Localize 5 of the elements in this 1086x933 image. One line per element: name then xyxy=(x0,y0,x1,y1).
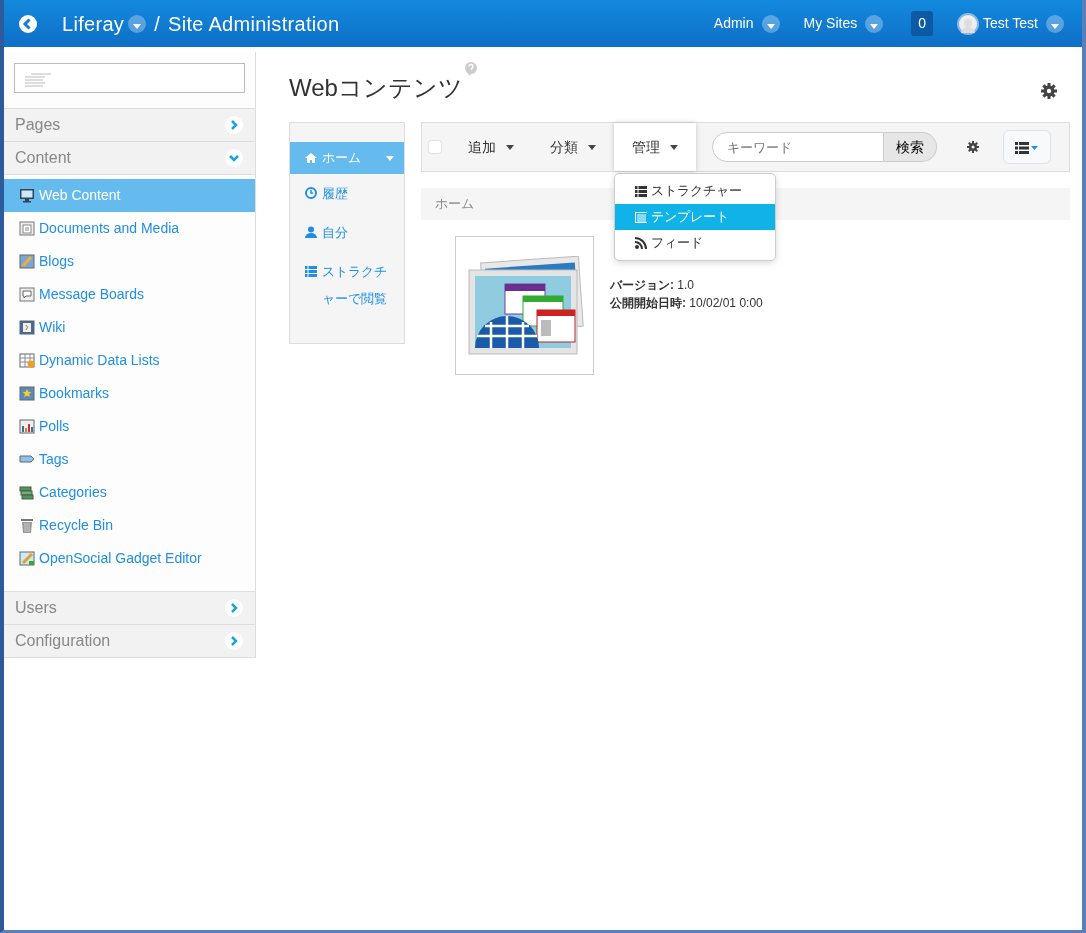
page-heading: Webコンテンツ xyxy=(289,73,463,103)
page-title: Site Administration xyxy=(168,11,340,37)
separator: / xyxy=(154,11,160,37)
entry-field: バージョン: 1.0 xyxy=(610,276,763,294)
entry-field: 公開開始日時: 10/02/01 0:00 xyxy=(610,294,763,312)
